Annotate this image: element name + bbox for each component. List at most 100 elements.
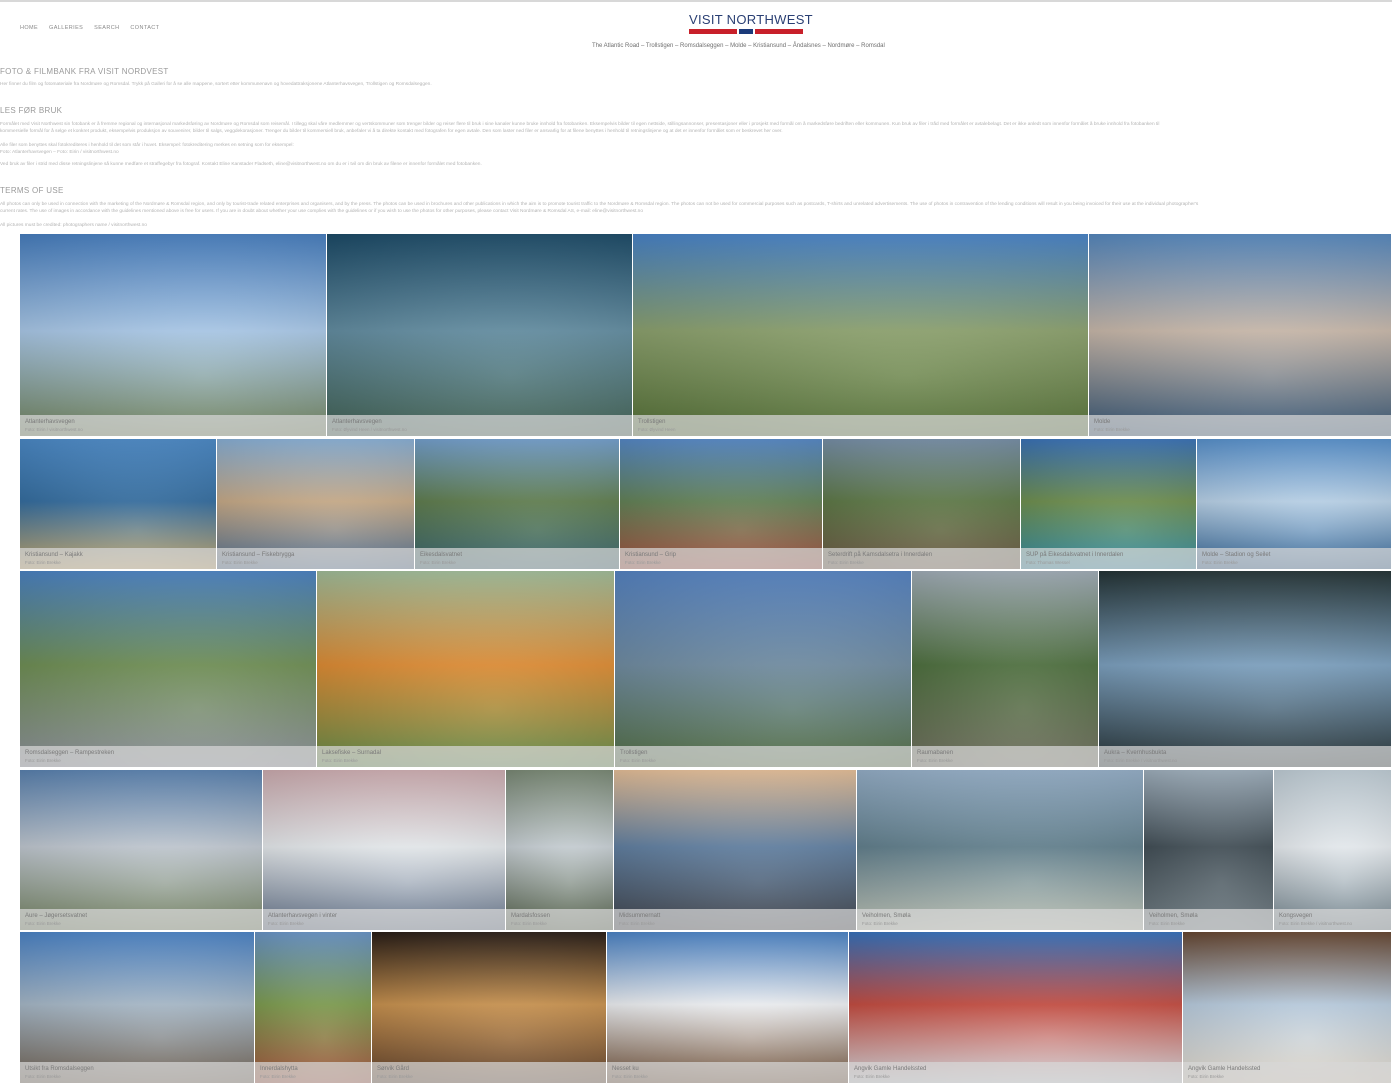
gallery-tile[interactable]: Kristiansund – Kajakk Foto: Eirin Brekke: [20, 439, 216, 569]
gallery-tile[interactable]: SUP på Eikesdalsvatnet i Innerdalen Foto:…: [1021, 439, 1196, 569]
gallery-credit: Foto: Eirin Brekke / visitnorthwest.no: [1104, 758, 1178, 763]
gallery-tile[interactable]: Nesset ku Foto: Eirin Brekke: [607, 932, 848, 1083]
gallery-title: Atlanterhavsvegen: [332, 419, 382, 425]
gallery-tile[interactable]: Atlanterhavsvegen Foto: Eirin / visitnort…: [20, 234, 326, 436]
gallery-caption: Veiholmen, Smøla Foto: Eirin Brekke: [1144, 909, 1273, 930]
gallery-photo: [1089, 234, 1391, 436]
gallery-tile[interactable]: Utsikt fra Romsdalseggen Foto: Eirin Brek…: [20, 932, 254, 1083]
gallery-caption: Seterdrift på Kamsdalsetra i Innerdalen F…: [823, 548, 1020, 569]
gallery-credit: Foto: Eirin Brekke: [1188, 1074, 1224, 1079]
gallery-credit: Foto: Eirin Brekke: [268, 921, 304, 926]
gallery-tile[interactable]: Sørvik Gård Foto: Eirin Brekke: [372, 932, 606, 1083]
gallery-tile[interactable]: Angvik Gamle Handelssted Foto: Eirin Brek…: [849, 932, 1182, 1083]
gallery-caption: Atlanterhavsvegen Foto: Eirin / visitnort…: [20, 415, 326, 436]
gallery-caption: Trollstigen Foto: Øyvind Heen: [633, 415, 1088, 436]
gallery-caption: Sørvik Gård Foto: Eirin Brekke: [372, 1062, 606, 1083]
nav-contact[interactable]: CONTACT: [130, 25, 159, 31]
gallery-photo: [614, 770, 856, 930]
gallery-tile[interactable]: Trollstigen Foto: Eirin Brekke: [615, 571, 911, 767]
gallery-tile[interactable]: Eikesdalsvatnet Foto: Eirin Brekke: [415, 439, 619, 569]
gallery-photo: [372, 932, 606, 1083]
gallery-photo: [912, 571, 1098, 767]
terms-credit: All pictures must be credited: photograp…: [0, 223, 147, 228]
gallery-photo: [849, 932, 1182, 1083]
gallery-photo: [20, 234, 326, 436]
gallery-title: Sørvik Gård: [377, 1066, 410, 1072]
norway-flag-stripe: [689, 29, 803, 34]
gallery-credit: Foto: Eirin Brekke: [1202, 560, 1238, 565]
gallery-tile[interactable]: Mardalsfossen Foto: Eirin Brekke: [506, 770, 613, 930]
nav-galleries[interactable]: GALLERIES: [49, 25, 83, 31]
gallery-title: Angvik Gamle Handelssted: [854, 1066, 927, 1072]
gallery-tile[interactable]: Trollstigen Foto: Øyvind Heen: [633, 234, 1088, 436]
gallery-tile[interactable]: Kristiansund – Fiskebrygga Foto: Eirin Br…: [217, 439, 414, 569]
gallery-credit: Foto: Eirin Brekke: [322, 758, 358, 763]
terms-line: current rates. The use of images in acco…: [0, 209, 644, 214]
gallery-photo: [263, 770, 505, 930]
gallery-credit: Foto: Eirin Brekke: [25, 560, 61, 565]
gallery-caption: Angvik Gamle Handelssted Foto: Eirin Brek…: [1183, 1062, 1391, 1083]
gallery-tile[interactable]: Seterdrift på Kamsdalsetra i Innerdalen F…: [823, 439, 1020, 569]
nav-home[interactable]: HOME: [20, 25, 38, 31]
gallery-title: Aukra – Kvernhusbukta: [1104, 750, 1167, 756]
gallery-title: Molde: [1094, 419, 1111, 425]
gallery-caption: Utsikt fra Romsdalseggen Foto: Eirin Brek…: [20, 1062, 254, 1083]
gallery-caption: Eikesdalsvatnet Foto: Eirin Brekke: [415, 548, 619, 569]
gallery-credit: Foto: Eirin Brekke: [862, 921, 898, 926]
gallery-caption: Angvik Gamle Handelssted Foto: Eirin Brek…: [849, 1062, 1182, 1083]
site-logo[interactable]: VISIT NORTHWEST: [689, 12, 813, 34]
gallery-tile[interactable]: Atlanterhavsvegen Foto: Øyvind Heen / vis…: [327, 234, 632, 436]
gallery-credit: Foto: Thomas Wessel: [1026, 560, 1070, 565]
gallery-tile[interactable]: Molde Foto: Eirin Brekke: [1089, 234, 1391, 436]
logo-text: VISIT NORTHWEST: [689, 12, 813, 27]
gallery-title: SUP på Eikesdalsvatnet i Innerdalen: [1026, 552, 1124, 558]
nav-search[interactable]: SEARCH: [94, 25, 119, 31]
gallery-photo: [20, 932, 254, 1083]
gallery-caption: Atlanterhavsvegen i vinter Foto: Eirin Br…: [263, 909, 505, 930]
gallery-tile[interactable]: Veiholmen, Smøla Foto: Eirin Brekke: [1144, 770, 1273, 930]
gallery-title: Angvik Gamle Handelssted: [1188, 1066, 1261, 1072]
gallery-title: Romsdalseggen – Rampestreken: [25, 750, 115, 756]
gallery-photo: [1099, 571, 1391, 767]
gallery-tile[interactable]: Raumabanen Foto: Eirin Brekke: [912, 571, 1098, 767]
gallery-title: Midsummernatt: [619, 913, 661, 919]
gallery-caption: Kristiansund – Grip Foto: Eirin Brekke: [620, 548, 822, 569]
main-nav: HOME GALLERIES SEARCH CONTACT: [20, 25, 168, 31]
gallery-caption: Innerdalshytta Foto: Eirin Brekke: [255, 1062, 371, 1083]
gallery-tile[interactable]: Angvik Gamle Handelssted Foto: Eirin Brek…: [1183, 932, 1391, 1083]
gallery-photo: [20, 770, 262, 930]
rules-line: Ved bruk av filer i strid med disse retn…: [0, 162, 482, 167]
gallery-title: Mardalsfossen: [511, 913, 551, 919]
gallery-tile[interactable]: Aukra – Kvernhusbukta Foto: Eirin Brekke …: [1099, 571, 1391, 767]
gallery-caption: Kristiansund – Kajakk Foto: Eirin Brekke: [20, 548, 216, 569]
gallery-caption: Laksefiske – Surnadal Foto: Eirin Brekke: [317, 746, 614, 767]
gallery-caption: Trollstigen Foto: Eirin Brekke: [615, 746, 911, 767]
gallery-title: Raumabanen: [917, 750, 954, 756]
gallery-photo: [857, 770, 1143, 930]
gallery-tile[interactable]: Laksefiske – Surnadal Foto: Eirin Brekke: [317, 571, 614, 767]
gallery-caption: Midsummernatt Foto: Eirin Brekke: [614, 909, 856, 930]
gallery-title: Kongsvegen: [1279, 913, 1313, 919]
gallery-tile[interactable]: Molde – Stadion og Seilet Foto: Eirin Bre…: [1197, 439, 1391, 569]
rules-line: Formålet med Visit Northwest sin fotoban…: [0, 122, 1160, 127]
gallery-credit: Foto: Eirin Brekke: [612, 1074, 648, 1079]
gallery-caption: Atlanterhavsvegen Foto: Øyvind Heen / vis…: [327, 415, 632, 436]
gallery-credit: Foto: Øyvind Heen: [638, 427, 676, 432]
gallery-credit: Foto: Eirin Brekke: [625, 560, 661, 565]
gallery-photo: [615, 571, 911, 767]
terms-heading: TERMS OF USE: [0, 186, 64, 195]
gallery-tile[interactable]: Atlanterhavsvegen i vinter Foto: Eirin Br…: [263, 770, 505, 930]
gallery-photo: [506, 770, 613, 930]
gallery-title: Laksefiske – Surnadal: [322, 750, 382, 756]
gallery-tile[interactable]: Romsdalseggen – Rampestreken Foto: Eirin …: [20, 571, 316, 767]
gallery-tile[interactable]: Innerdalshytta Foto: Eirin Brekke: [255, 932, 371, 1083]
gallery-tile[interactable]: Kristiansund – Grip Foto: Eirin Brekke: [620, 439, 822, 569]
gallery-caption: Nesset ku Foto: Eirin Brekke: [607, 1062, 848, 1083]
gallery-caption: Molde Foto: Eirin Brekke: [1089, 415, 1391, 436]
gallery-tile[interactable]: Aure – Jøgersetsvatnet Foto: Eirin Brekke: [20, 770, 262, 930]
gallery-caption: Kongsvegen Foto: Eirin Brekke / visitnort…: [1274, 909, 1391, 930]
gallery-tile[interactable]: Kongsvegen Foto: Eirin Brekke / visitnort…: [1274, 770, 1391, 930]
gallery-tile[interactable]: Veiholmen, Smøla Foto: Eirin Brekke: [857, 770, 1143, 930]
gallery-caption: Molde – Stadion og Seilet Foto: Eirin Bre…: [1197, 548, 1391, 569]
gallery-tile[interactable]: Midsummernatt Foto: Eirin Brekke: [614, 770, 856, 930]
